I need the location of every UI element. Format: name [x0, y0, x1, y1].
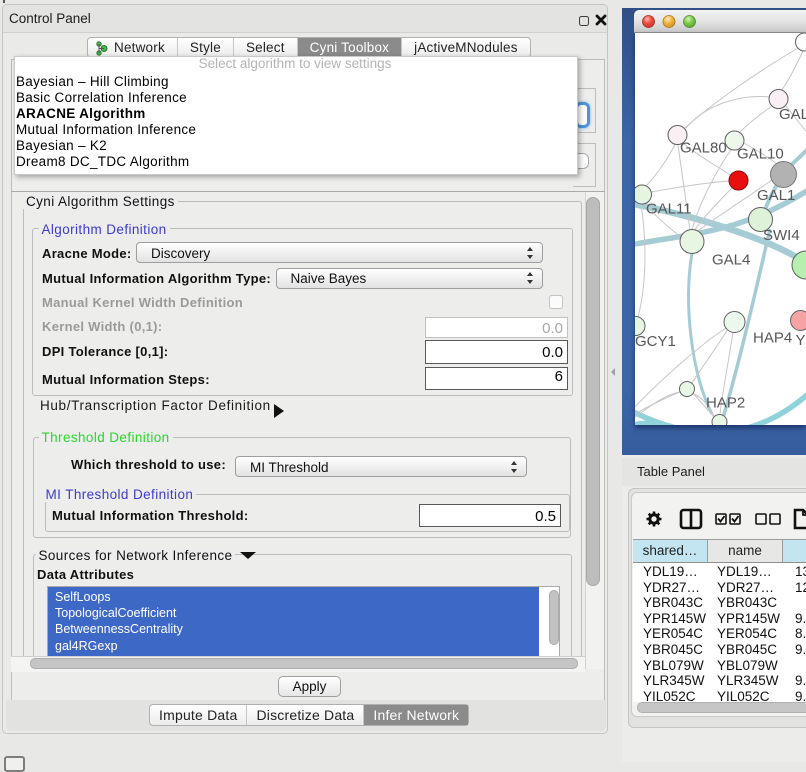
svg-text:HAP2: HAP2: [706, 395, 745, 412]
svg-text:GAL4: GAL4: [712, 252, 750, 269]
svg-text:SWI4: SWI4: [763, 227, 800, 244]
svg-text:GAL80: GAL80: [680, 140, 727, 157]
svg-text:GAL10: GAL10: [737, 146, 784, 163]
svg-text:GAL1: GAL1: [757, 187, 795, 204]
svg-text:GAL7: GAL7: [779, 106, 806, 123]
svg-text:HAP4: HAP4: [753, 330, 792, 347]
svg-text:GAL11: GAL11: [646, 201, 692, 218]
svg-text:GCY1: GCY1: [635, 333, 676, 350]
svg-text:Y: Y: [796, 332, 806, 349]
